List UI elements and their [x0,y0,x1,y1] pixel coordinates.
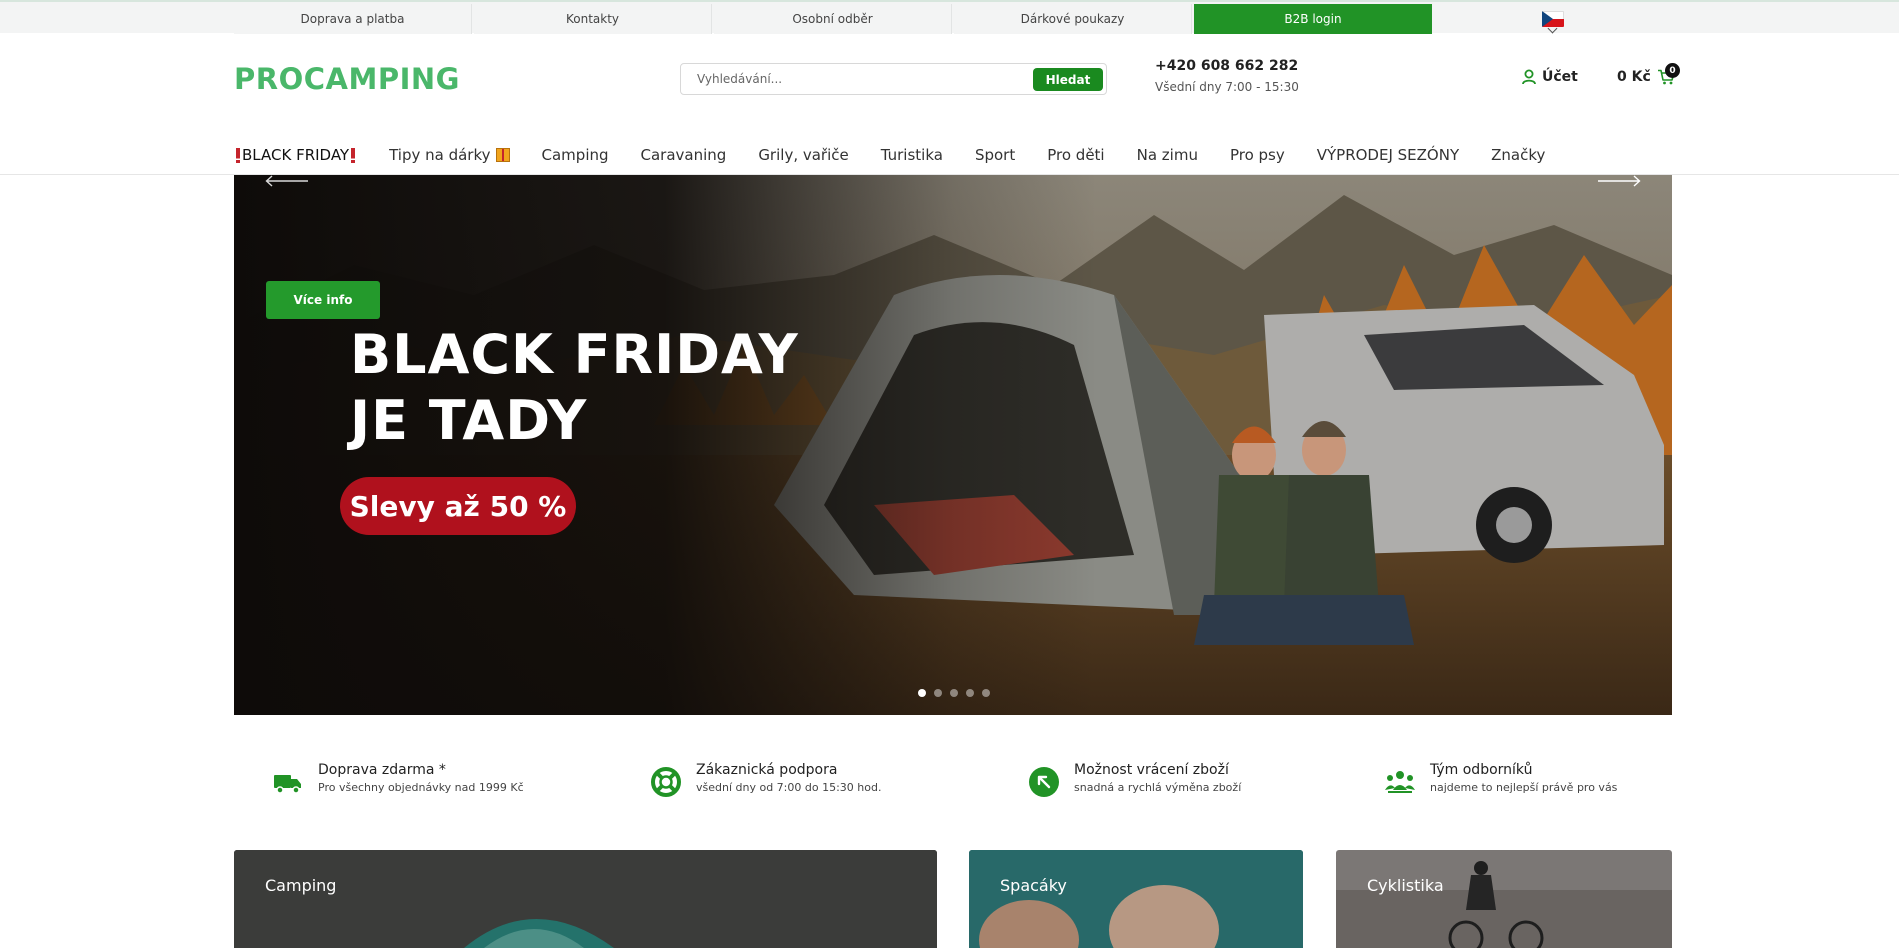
main-nav: BLACK FRIDAY Tipy na dárky Camping Carav… [234,143,1577,167]
nav-item-gift-tips[interactable]: Tipy na dárky [389,146,510,164]
topbar-link-contacts[interactable]: Kontakty [474,4,712,34]
search-bar: Hledat [680,63,1107,95]
nav-item-kids[interactable]: Pro děti [1047,146,1104,164]
cart-link[interactable]: 0 Kč 0 [1617,63,1680,85]
hero-title-line1: BLACK FRIDAY [350,323,799,386]
carousel-dot[interactable] [934,689,942,697]
top-utility-bar: Doprava a platba Kontakty Osobní odběr D… [0,0,1899,34]
feature-expert-team: Tým odborníků najdeme to nejlepší právě … [1384,762,1617,798]
category-image [969,850,1303,948]
feature-subtitle: Pro všechny objednávky nad 1999 Kč [318,781,524,794]
nav-item-label: Tipy na dárky [389,146,491,164]
arrow-right-icon[interactable] [1597,175,1641,187]
exclamation-icon [351,147,356,163]
hero-banner[interactable]: Více info BLACK FRIDAY JE TADY Slevy až … [234,175,1672,715]
site-logo[interactable]: PROCAMPING [234,62,460,96]
carousel-dot[interactable] [966,689,974,697]
category-tile-cycling[interactable]: Cyklistika [1336,850,1672,948]
feature-title: Tým odborníků [1430,762,1533,778]
account-label: Účet [1542,69,1578,85]
nav-item-brands[interactable]: Značky [1491,146,1545,164]
arrow-left-icon[interactable] [265,175,309,187]
feature-subtitle: najdeme to nejlepší právě pro vás [1430,781,1618,794]
contact-hours: Všední dny 7:00 - 15:30 [1155,80,1299,94]
category-tile-sleeping-bags[interactable]: Spacáky [969,850,1303,948]
nav-item-dogs[interactable]: Pro psy [1230,146,1285,164]
category-tile-camping[interactable]: Camping [234,850,937,948]
search-button[interactable]: Hledat [1033,68,1103,91]
exclamation-icon [236,147,240,163]
nav-item-sport[interactable]: Sport [975,146,1015,164]
user-icon [1522,69,1536,85]
nav-item-season-sale[interactable]: VÝPRODEJ SEZÓNY [1317,146,1459,164]
carousel-dots [918,689,998,697]
nav-item-grills[interactable]: Grily, vařiče [758,146,848,164]
category-image [234,850,937,948]
hero-discount-badge: Slevy až 50 % [340,477,576,535]
carousel-dot[interactable] [918,689,926,697]
category-label: Camping [265,876,337,895]
feature-free-shipping: Doprava zdarma * Pro všechny objednávky … [272,762,524,798]
account-link[interactable]: Účet [1522,69,1578,85]
nav-item-label: BLACK FRIDAY [242,146,350,164]
top-utility-links: Doprava a platba Kontakty Osobní odběr D… [234,4,1672,34]
feature-subtitle: všední dny od 7:00 do 15:30 hod. [696,781,882,794]
topbar-link-pickup[interactable]: Osobní odběr [714,4,952,34]
lifebuoy-icon [651,767,681,797]
feature-returns: Možnost vrácení zboží snadná a rychlá vý… [1028,762,1241,798]
nav-item-black-friday[interactable]: BLACK FRIDAY [234,146,357,164]
category-label: Spacáky [1000,876,1067,895]
nav-item-caravaning[interactable]: Caravaning [641,146,727,164]
language-switcher[interactable] [1434,4,1672,34]
feature-customer-support: Zákaznická podpora všední dny od 7:00 do… [650,762,881,798]
hero-title: BLACK FRIDAY JE TADY [350,322,799,454]
feature-title: Doprava zdarma * [318,762,446,778]
feature-title: Zákaznická podpora [696,762,838,778]
return-arrow-icon [1029,767,1059,797]
search-input[interactable] [681,64,1021,94]
nav-item-winter[interactable]: Na zimu [1137,146,1198,164]
feature-subtitle: snadná a rychlá výměna zboží [1074,781,1242,794]
carousel-dot[interactable] [982,689,990,697]
carousel-dot[interactable] [950,689,958,697]
topbar-link-gift-vouchers[interactable]: Dárkové poukazy [954,4,1192,34]
nav-item-camping[interactable]: Camping [542,146,609,164]
team-icon [1385,771,1415,793]
nav-item-hiking[interactable]: Turistika [881,146,943,164]
cart-total: 0 Kč [1617,69,1651,85]
cart-count-badge: 0 [1665,63,1680,78]
contact-phone[interactable]: +420 608 662 282 [1155,58,1298,74]
logo-text: PROCAMPING [234,62,460,96]
feature-title: Možnost vrácení zboží [1074,762,1229,778]
gift-icon [495,148,510,162]
b2b-login-button[interactable]: B2B login [1194,4,1432,34]
truck-icon [274,775,301,794]
category-label: Cyklistika [1367,876,1444,895]
hero-title-line2: JE TADY [350,389,588,452]
topbar-link-shipping[interactable]: Doprava a platba [234,4,472,34]
hero-more-info-button[interactable]: Více info [266,281,380,319]
category-image [1336,850,1672,948]
